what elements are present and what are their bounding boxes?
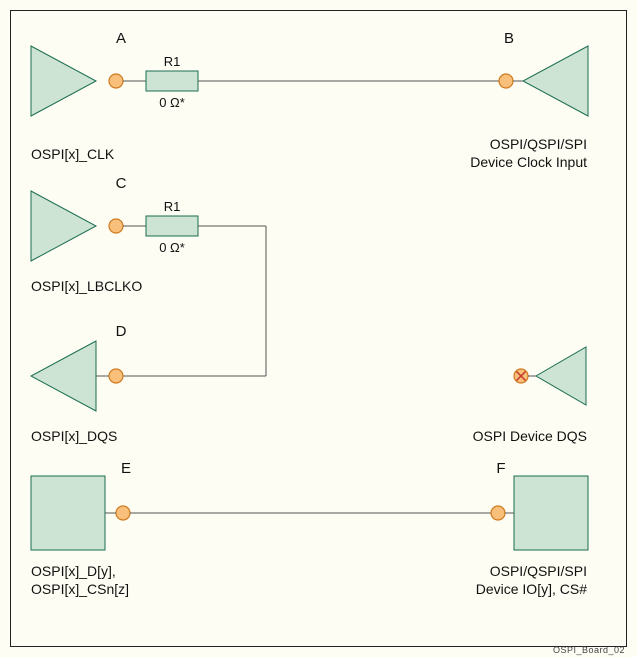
node-f-label: F <box>496 460 505 477</box>
r1-top-label: R1 <box>164 54 181 69</box>
buffer-clk-in <box>523 46 588 116</box>
label-devclk-2: Device Clock Input <box>470 154 587 170</box>
label-io-1: OSPI/QSPI/SPI <box>490 563 587 579</box>
pin-a <box>109 74 123 88</box>
buffer-clk-out <box>31 46 96 116</box>
label-devclk-1: OSPI/QSPI/SPI <box>490 136 587 152</box>
label-device-dqs: OSPI Device DQS <box>473 428 587 444</box>
pin-c <box>109 219 123 233</box>
block-host-io <box>31 476 105 550</box>
r1-top-value: 0 Ω* <box>159 95 185 110</box>
label-dqs: OSPI[x]_DQS <box>31 428 117 444</box>
label-io-2: Device IO[y], CS# <box>476 581 587 597</box>
pin-device-dqs-nc <box>514 369 528 383</box>
label-dy-2: OSPI[x]_CSn[z] <box>31 581 129 597</box>
pin-d <box>109 369 123 383</box>
label-lbclko: OSPI[x]_LBCLKO <box>31 278 142 294</box>
pin-b <box>499 74 513 88</box>
label-clk: OSPI[x]_CLK <box>31 146 115 162</box>
diagram-footer: OSPI_Board_02 <box>553 645 625 655</box>
node-e-label: E <box>121 460 131 477</box>
label-dy-1: OSPI[x]_D[y], <box>31 563 116 579</box>
pin-f <box>491 506 505 520</box>
schematic-svg: A R1 0 Ω* B OSPI[x]_CLK OSPI/QSPI/SPI De… <box>11 11 626 646</box>
buffer-device-dqs <box>536 347 586 405</box>
node-b-label: B <box>504 30 514 47</box>
diagram-canvas: A R1 0 Ω* B OSPI[x]_CLK OSPI/QSPI/SPI De… <box>0 0 637 657</box>
buffer-lbclko-out <box>31 191 96 261</box>
resistor-r1-top <box>146 71 198 91</box>
r1-mid-value: 0 Ω* <box>159 240 185 255</box>
buffer-dqs-in <box>31 341 96 411</box>
r1-mid-label: R1 <box>164 199 181 214</box>
node-c-label: C <box>116 175 127 192</box>
resistor-r1-mid <box>146 216 198 236</box>
diagram-frame: A R1 0 Ω* B OSPI[x]_CLK OSPI/QSPI/SPI De… <box>10 10 627 647</box>
node-a-label: A <box>116 30 126 47</box>
block-device-io <box>514 476 588 550</box>
pin-e <box>116 506 130 520</box>
node-d-label: D <box>116 323 127 340</box>
